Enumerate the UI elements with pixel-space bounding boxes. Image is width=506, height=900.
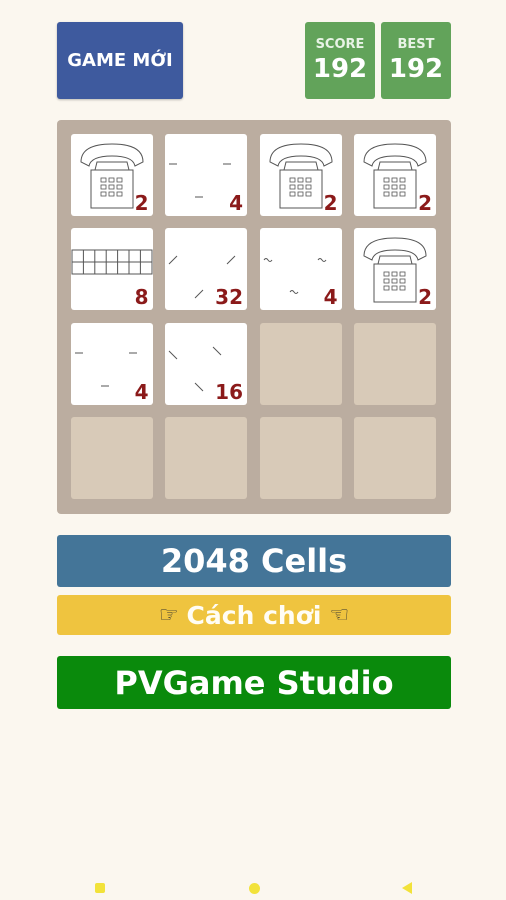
how-to-play-label: Cách chơi	[186, 600, 322, 630]
tile-value: 4	[323, 285, 338, 309]
tile-value: 2	[134, 190, 149, 215]
pointing-left-hand-icon: ☜	[329, 602, 350, 628]
tile: 4	[70, 322, 153, 405]
game-board[interactable]: 2 4 2 2 8 32 4 2 4 16	[57, 120, 451, 514]
tile: 8	[70, 228, 153, 310]
tile-value: 4	[134, 379, 149, 404]
home-icon[interactable]	[247, 881, 261, 895]
cells-2048-button[interactable]: 2048 Cells	[57, 535, 451, 587]
game-screen: GAME MỚI SCORE 192 BEST 192 2 4 2 2 8 32 4 2 4 16…	[0, 0, 506, 900]
empty-cell	[70, 417, 153, 499]
back-icon[interactable]	[400, 881, 414, 895]
tile: 2	[354, 228, 436, 310]
best-value: 192	[388, 54, 444, 84]
empty-cell	[165, 417, 247, 499]
tile-value: 2	[323, 190, 338, 215]
tile-value: 8	[134, 285, 149, 309]
tile: 4	[259, 228, 342, 310]
tile-value: 4	[229, 190, 243, 215]
score-label: SCORE	[315, 37, 365, 52]
empty-cell	[354, 417, 436, 499]
score-value: 192	[312, 54, 368, 84]
new-game-button[interactable]: GAME MỚI	[57, 22, 183, 99]
empty-cell	[259, 322, 342, 405]
tile: 2	[259, 133, 342, 216]
tile-value: 32	[215, 285, 243, 309]
tile: 2	[354, 133, 436, 216]
best-score-box: BEST 192	[381, 22, 451, 99]
how-to-play-button[interactable]: ☞ Cách chơi ☜	[57, 595, 451, 635]
tile: 32	[165, 228, 247, 310]
tile-value: 2	[418, 190, 432, 215]
recent-apps-icon[interactable]	[93, 881, 107, 895]
tile-value: 2	[418, 285, 432, 309]
studio-button[interactable]: PVGame Studio	[57, 656, 451, 709]
score-box: SCORE 192	[305, 22, 375, 99]
tile: 4	[165, 133, 247, 216]
pointing-right-hand-icon: ☞	[158, 602, 179, 628]
best-label: BEST	[397, 37, 435, 52]
empty-cell	[259, 417, 342, 499]
tile: 16	[165, 322, 247, 405]
tile: 2	[70, 133, 153, 216]
empty-cell	[354, 322, 436, 405]
tile-value: 16	[215, 379, 243, 404]
